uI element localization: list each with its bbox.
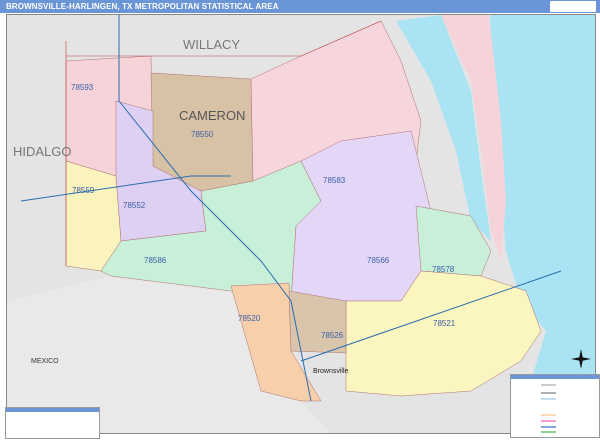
zip-label-78583: 78583 [323,176,346,185]
legend-header [6,408,99,412]
zip-label-78559: 78559 [72,186,95,195]
county-label-hidalgo: HIDALGO [13,144,72,159]
zip-label-78593: 78593 [71,83,94,92]
zip-78526[interactable] [288,290,347,354]
city-label-brownsville: Brownsville [313,368,349,375]
zip-label-78521: 78521 [433,319,456,328]
zip-label-78566: 78566 [367,256,390,265]
map-title: BROWNSVILLE-HARLINGEN, TX METROPOLITAN S… [6,2,279,11]
map-svg: WILLACY HIDALGO CAMERON MEXICO Brownsvil… [7,15,595,433]
zip-label-78586: 78586 [144,256,167,265]
county-label-willacy: WILLACY [183,37,240,52]
zip-label-78526: 78526 [321,331,344,340]
zip-label-78550: 78550 [191,130,214,139]
country-label-mexico: MEXICO [31,358,59,365]
map-canvas[interactable]: WILLACY HIDALGO CAMERON MEXICO Brownsvil… [6,14,596,434]
map-legend [510,374,600,438]
legend-symbols [541,384,556,433]
title-bar: BROWNSVILLE-HARLINGEN, TX METROPOLITAN S… [0,0,600,13]
publisher-logo [550,1,596,12]
zip-label-78552: 78552 [123,201,146,210]
county-label-cameron: CAMERON [179,108,245,123]
zip-label-78578: 78578 [432,265,455,274]
zip-code-index-legend [5,407,100,439]
zip-78566[interactable] [290,130,432,302]
zip-label-78520: 78520 [238,314,261,323]
